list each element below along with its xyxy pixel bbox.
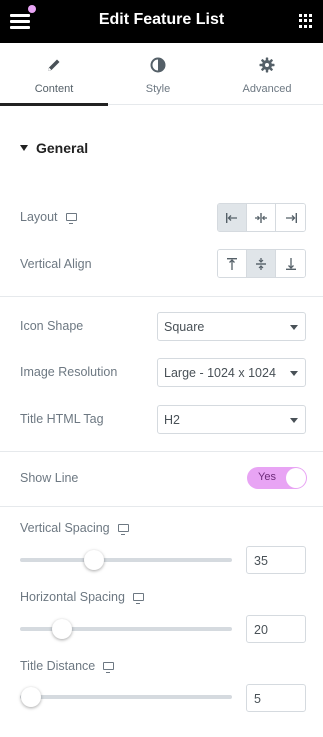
title-distance-slider-handle[interactable] [21, 687, 41, 707]
tab-style[interactable]: Style [104, 43, 212, 105]
title-html-tag-value: H2 [164, 413, 180, 427]
half-circle-icon [104, 57, 212, 75]
desktop-icon[interactable] [103, 662, 115, 673]
desktop-icon[interactable] [132, 593, 144, 604]
vertical-spacing-label: Vertical Spacing [20, 521, 110, 535]
horizontal-spacing-input[interactable]: 20 [246, 615, 306, 643]
icon-shape-select[interactable]: Square [157, 312, 306, 341]
vertical-align-choices [217, 249, 306, 278]
desktop-icon[interactable] [117, 524, 129, 535]
layout-align-center-button[interactable] [247, 204, 276, 231]
desktop-icon[interactable] [65, 213, 77, 224]
section-general-toggle[interactable]: General [20, 140, 88, 156]
image-resolution-label: Image Resolution [20, 365, 118, 379]
title-html-tag-select[interactable]: H2 [157, 405, 306, 434]
chevron-down-icon [290, 418, 298, 423]
vertical-align-bottom-button[interactable] [276, 250, 305, 277]
panel-tabs: Content Style Advanced [0, 43, 323, 106]
pencil-icon [0, 57, 108, 75]
show-line-toggle[interactable]: Yes [247, 467, 307, 489]
vertical-spacing-slider-handle[interactable] [84, 550, 104, 570]
title-distance-label-row: Title Distance [20, 659, 115, 673]
tab-style-label: Style [145, 83, 171, 95]
divider [0, 296, 323, 297]
horizontal-spacing-label-row: Horizontal Spacing [20, 590, 144, 604]
apps-grid-icon[interactable] [299, 14, 313, 28]
tab-advanced[interactable]: Advanced [213, 43, 321, 105]
icon-shape-label: Icon Shape [20, 319, 84, 333]
caret-down-icon [20, 145, 28, 151]
title-distance-slider[interactable] [20, 695, 232, 699]
horizontal-spacing-slider-handle[interactable] [52, 619, 72, 639]
show-line-label: Show Line [20, 471, 79, 485]
horizontal-spacing-label: Horizontal Spacing [20, 590, 125, 604]
vertical-spacing-input[interactable]: 35 [246, 546, 306, 574]
title-html-tag-label: Title HTML Tag [20, 412, 104, 426]
layout-label-row: Layout [20, 210, 77, 224]
tab-advanced-label: Advanced [242, 83, 292, 95]
chevron-down-icon [290, 325, 298, 330]
align-center-icon [255, 212, 267, 223]
layout-align-left-button[interactable] [218, 204, 247, 231]
tab-content-label: Content [34, 83, 74, 95]
layout-choices [217, 203, 306, 232]
vertical-spacing-slider[interactable] [20, 558, 232, 562]
title-distance-input[interactable]: 5 [246, 684, 306, 712]
title-distance-label: Title Distance [20, 659, 96, 673]
divider [0, 451, 323, 452]
vertical-align-middle-button[interactable] [247, 250, 276, 277]
gear-icon [213, 57, 321, 75]
image-resolution-select[interactable]: Large - 1024 x 1024 [157, 358, 306, 387]
image-resolution-value: Large - 1024 x 1024 [164, 366, 276, 380]
chevron-down-icon [290, 371, 298, 376]
icon-shape-value: Square [164, 320, 205, 334]
align-left-icon [226, 212, 237, 223]
vertical-spacing-label-row: Vertical Spacing [20, 521, 129, 535]
tab-content[interactable]: Content [0, 43, 108, 106]
show-line-toggle-label: Yes [258, 471, 276, 483]
toggle-knob [286, 468, 306, 488]
align-bottom-icon [285, 257, 296, 270]
layout-label: Layout [20, 210, 58, 224]
align-middle-icon [256, 257, 266, 270]
align-top-icon [227, 257, 237, 270]
vertical-align-top-button[interactable] [218, 250, 247, 277]
editor-header: Edit Feature List [0, 0, 323, 43]
panel-title: Edit Feature List [98, 11, 225, 28]
layout-align-right-button[interactable] [276, 204, 305, 231]
align-right-icon [285, 212, 297, 223]
section-title: General [36, 140, 89, 156]
vertical-align-label: Vertical Align [20, 257, 92, 271]
divider [0, 506, 323, 507]
